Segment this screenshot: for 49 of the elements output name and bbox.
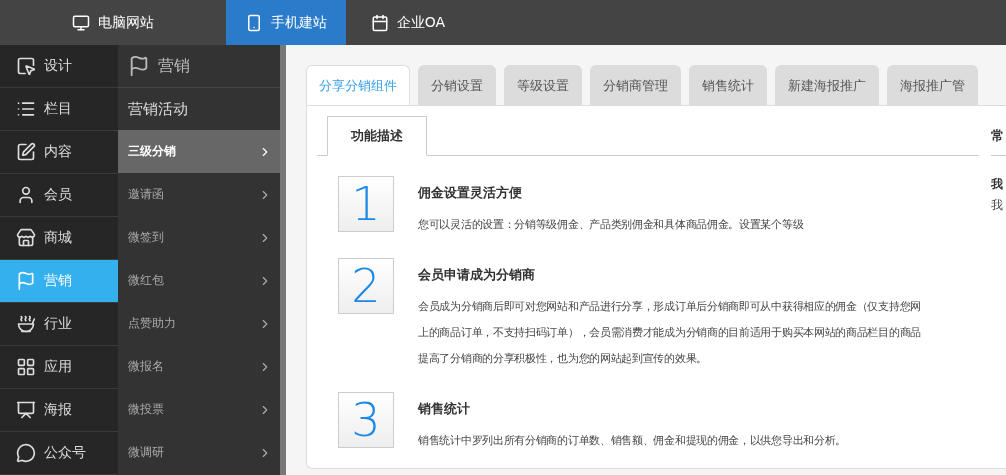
panel-tab[interactable]: 功能描述	[327, 116, 427, 156]
pencil-square-icon	[16, 142, 36, 162]
feature-description: 销售统计中罗列出所有分销商的订单数、销售额、佣金和提现的佣金，以供您导出和分析。	[418, 433, 846, 449]
content-tab[interactable]: 分享分销组件	[306, 65, 410, 105]
monitor-icon	[72, 13, 90, 32]
flag-icon	[16, 271, 36, 291]
submenu-item[interactable]: 微报名	[118, 345, 280, 388]
presentation-icon	[16, 400, 36, 420]
step-number: 1	[338, 176, 394, 232]
top-tab[interactable]: 手机建站	[226, 0, 346, 45]
feature-title: 销售统计	[418, 400, 471, 418]
content-tab[interactable]: 新建海报推广	[775, 65, 879, 105]
feature-description: 上的商品订单，不支持扫码订单），会员需消费才能成为分销商的目前适用于购买本网站的商品栏目的商品	[418, 325, 921, 341]
chat-bubble-icon	[16, 443, 36, 463]
calendar-icon	[370, 13, 389, 32]
side-heading: 常	[991, 116, 1006, 156]
feature-title: 佣金设置灵活方便	[418, 184, 523, 202]
feature-description: 提高了分销商的分享积极性，也为您的网站起到宣传的效果。	[418, 351, 708, 367]
feature-description: 您可以灵活的设置：分销等级佣金、产品类别佣金和具体商品佣金。设置某个等级	[418, 217, 804, 233]
side-title: 我	[991, 176, 1004, 193]
grid-icon	[16, 357, 36, 377]
person-icon	[16, 185, 36, 205]
feature-description: 会员成为分销商后即可对您网站和产品进行分享，形成订单后分销商即可从中获得相应的佣金（仅支持您网	[418, 299, 921, 315]
group-title: 营销活动	[127, 98, 189, 120]
smartphone-icon	[245, 13, 263, 32]
store-icon	[16, 228, 36, 248]
flag-icon	[128, 55, 150, 77]
content-tab[interactable]: 海报推广管	[887, 65, 978, 105]
content-tab[interactable]: 销售统计	[689, 65, 767, 105]
step-number: 2	[338, 258, 394, 314]
cursor-screen-icon	[16, 56, 36, 76]
submenu-item[interactable]: 三级分销	[118, 130, 280, 173]
submenu-item[interactable]: 微调研	[118, 431, 280, 474]
content-tab[interactable]: 等级设置	[504, 65, 582, 105]
content-tab[interactable]: 分销商管理	[590, 65, 681, 105]
submenu-item[interactable]: 微签到	[118, 216, 280, 259]
side-text: 我	[991, 197, 1004, 214]
submenu-item[interactable]: 点赞助力	[118, 302, 280, 345]
step-number: 3	[338, 392, 394, 448]
bowl-icon	[16, 314, 36, 334]
content-tab[interactable]: 分销设置	[418, 65, 496, 105]
top-tab[interactable]: 电脑网站	[0, 0, 226, 45]
submenu-item[interactable]: 邀请函	[118, 173, 280, 216]
feature-title: 会员申请成为分销商	[418, 266, 536, 284]
list-icon	[16, 99, 36, 119]
submenu-item[interactable]: 微投票	[118, 388, 280, 431]
submenu-item[interactable]: 微红包	[118, 259, 280, 302]
section-title: 营销	[158, 55, 190, 77]
top-tab[interactable]: 企业OA	[346, 0, 470, 45]
